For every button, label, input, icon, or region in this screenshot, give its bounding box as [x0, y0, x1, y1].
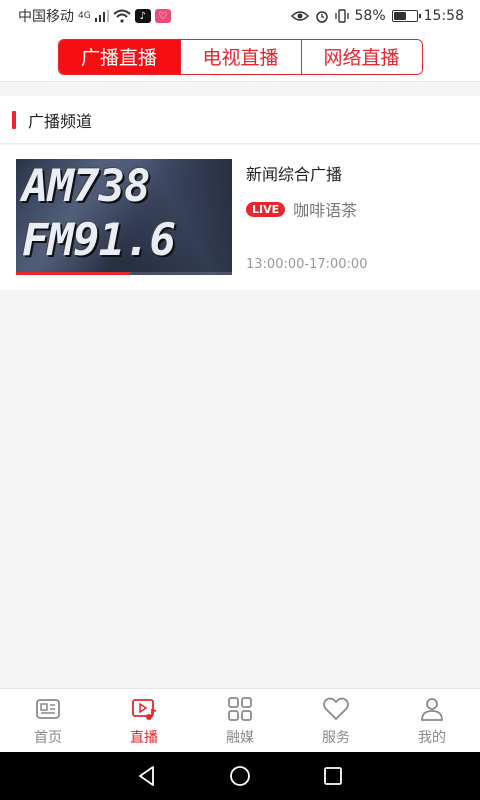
carrier-label: 中国移动	[18, 9, 74, 25]
thumbnail-progress-bar	[16, 272, 130, 275]
user-icon	[421, 697, 443, 721]
tab-radio-live[interactable]: 广播直播	[58, 39, 180, 74]
section-title: 广播频道	[28, 111, 93, 131]
channel-info: 新闻综合广播 LIVE 咖啡语茶 13:00:00-17:00:00	[246, 159, 464, 276]
live-row: LIVE 咖啡语茶	[246, 197, 464, 221]
nav-profile-label: 我的	[418, 729, 446, 746]
tab-tv-live[interactable]: 电视直播	[179, 39, 301, 74]
nav-home[interactable]: 首页	[0, 689, 96, 752]
alarm-icon	[315, 11, 328, 23]
live-tabs-header: 广播直播 电视直播 网络直播	[0, 32, 480, 82]
battery-icon	[391, 10, 421, 22]
channel-card[interactable]: AM738 FM91.6 新闻综合广播 LIVE 咖啡语茶 13:00:00-1…	[0, 145, 480, 290]
news-icon	[36, 698, 60, 719]
nav-media-label: 融媒	[226, 729, 254, 746]
live-badge: LIVE	[246, 201, 286, 217]
tiktok-icon: ♪	[134, 9, 151, 23]
grid-icon	[228, 696, 252, 721]
thumbnail-am-label: AM738	[22, 161, 150, 212]
channel-name: 新闻综合广播	[246, 165, 343, 184]
eye-icon	[290, 11, 309, 21]
app-heart-icon: ♡	[154, 9, 171, 23]
nav-live[interactable]: 直播	[96, 689, 192, 752]
heart-icon	[323, 697, 349, 720]
nav-home-label: 首页	[34, 729, 62, 746]
recents-square-icon[interactable]	[321, 764, 345, 788]
back-icon[interactable]	[135, 764, 159, 788]
nav-profile[interactable]: 我的	[384, 689, 480, 752]
tab-web-live[interactable]: 网络直播	[300, 39, 422, 74]
system-nav-bar	[0, 752, 480, 800]
nav-media[interactable]: 融媒	[192, 689, 288, 752]
home-circle-icon[interactable]	[228, 764, 252, 788]
live-play-icon	[132, 698, 157, 720]
program-name: 咖啡语茶	[293, 201, 358, 220]
clock: 15:58	[423, 8, 464, 24]
vibrate-icon	[334, 9, 349, 23]
bottom-nav: 首页 直播 融媒 服务 我的	[0, 688, 480, 752]
signal-icon	[94, 10, 109, 22]
nav-service-label: 服务	[322, 729, 350, 746]
nav-service[interactable]: 服务	[288, 689, 384, 752]
section-header: 广播频道	[0, 96, 480, 144]
live-segment-control: 广播直播 电视直播 网络直播	[57, 38, 423, 75]
channel-thumbnail: AM738 FM91.6	[16, 159, 232, 275]
program-time: 13:00:00-17:00:00	[246, 257, 368, 272]
wifi-icon	[113, 9, 131, 23]
status-bar: 中国移动 4G ♪ ♡ 58% 15:58	[0, 0, 480, 32]
battery-percent: 58%	[354, 8, 386, 24]
thumbnail-fm-label: FM91.6	[22, 215, 176, 266]
network-type: 4G	[78, 11, 91, 21]
section-accent-bar	[12, 110, 16, 129]
nav-live-label: 直播	[130, 729, 158, 746]
